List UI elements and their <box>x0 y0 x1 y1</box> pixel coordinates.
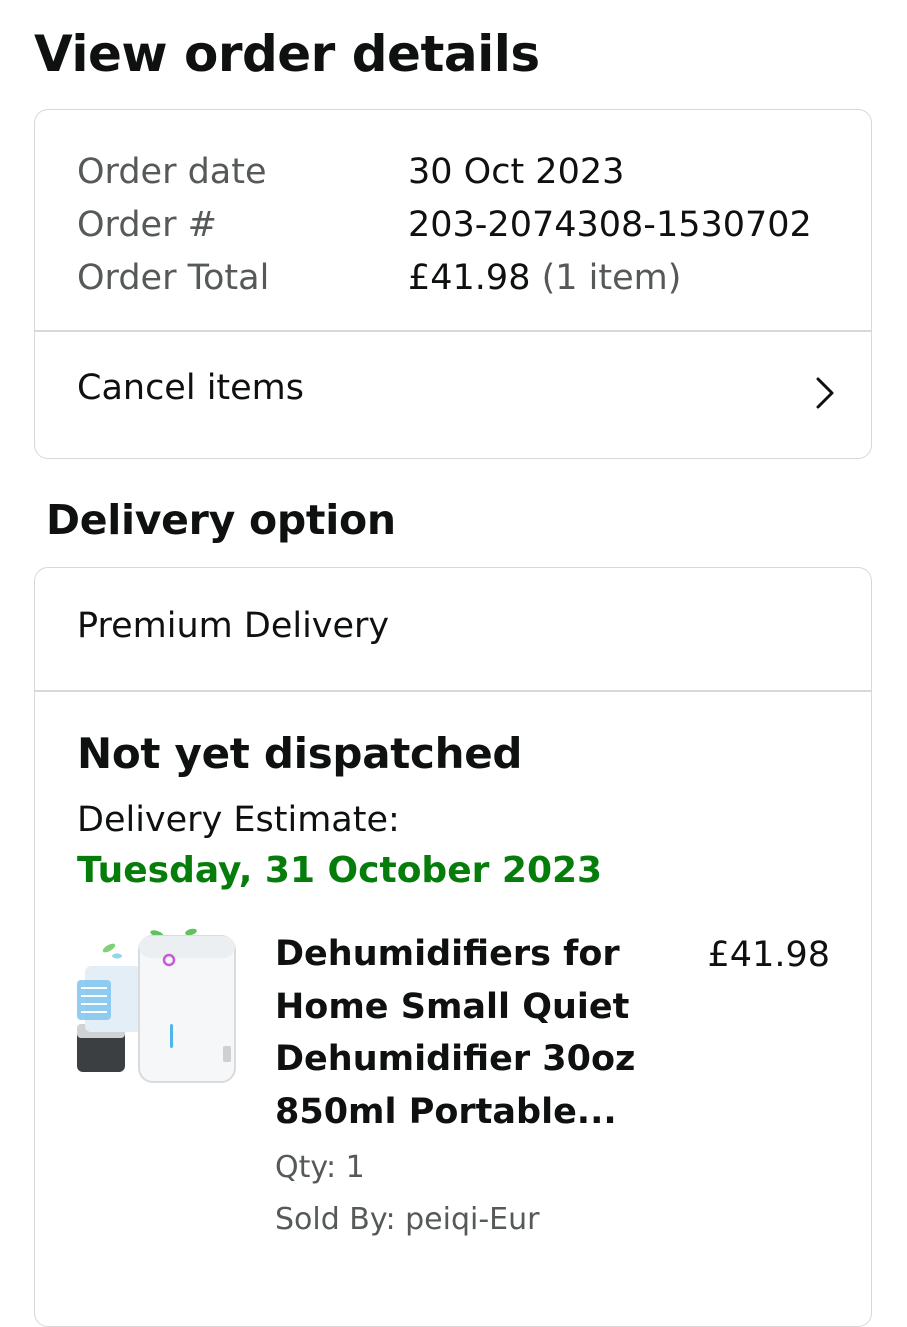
order-item-count: (1 item) <box>541 258 682 298</box>
order-number-value: 203-2074308-1530702 <box>408 205 812 245</box>
order-date-value: 30 Oct 2023 <box>408 152 625 192</box>
order-summary-grid: Order date 30 Oct 2023 Order # 203-20743… <box>77 146 812 305</box>
order-summary-card: Order date 30 Oct 2023 Order # 203-20743… <box>34 109 872 459</box>
delivery-option-label: Premium Delivery <box>77 606 390 646</box>
order-total-value: £41.98 (1 item) <box>408 252 681 305</box>
chevron-right-icon <box>816 377 834 409</box>
delivery-card-divider <box>35 690 871 692</box>
order-total-label: Order Total <box>77 258 270 298</box>
dehumidifier-product-image[interactable] <box>73 926 239 1092</box>
delivery-estimate-date: Tuesday, 31 October 2023 <box>77 850 603 891</box>
cancel-items-button[interactable]: Cancel items <box>35 332 871 458</box>
cancel-items-label: Cancel items <box>77 368 305 408</box>
delivery-estimate-label: Delivery Estimate: <box>77 800 400 840</box>
delivery-option-heading: Delivery option <box>46 496 396 544</box>
page-title: View order details <box>34 25 540 83</box>
product-price: £41.98 <box>707 935 830 975</box>
shipment-status: Not yet dispatched <box>77 729 523 778</box>
order-total-amount: £41.98 <box>408 258 531 298</box>
order-number-label: Order # <box>77 205 217 245</box>
product-name-link[interactable]: Dehumidifiers for Home Small Quiet Dehum… <box>275 928 655 1138</box>
delivery-card: Premium Delivery Not yet dispatched Deli… <box>34 567 872 1327</box>
item-sold-by: Sold By: peiqi-Eur <box>275 1202 540 1237</box>
order-total-row: Order Total £41.98 (1 item) <box>77 252 812 305</box>
order-date-label: Order date <box>77 152 267 192</box>
order-number-row: Order # 203-2074308-1530702 <box>77 199 812 252</box>
item-quantity: Qty: 1 <box>275 1150 365 1185</box>
order-date-row: Order date 30 Oct 2023 <box>77 146 812 199</box>
